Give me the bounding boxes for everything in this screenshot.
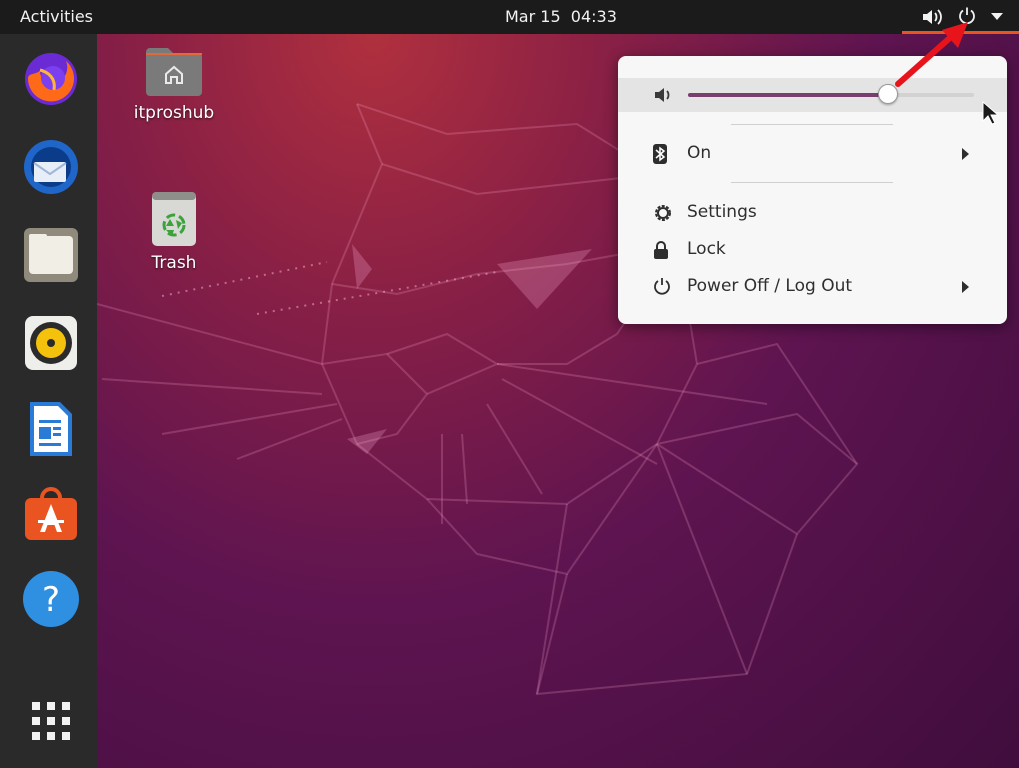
rhythmbox-icon[interactable]	[20, 312, 82, 374]
libreoffice-writer-icon[interactable]	[20, 398, 82, 460]
menu-separator	[731, 182, 893, 183]
lock-menu-item[interactable]: Lock	[618, 232, 1007, 268]
mouse-pointer-icon	[982, 101, 998, 125]
thunderbird-icon[interactable]	[20, 136, 82, 198]
submenu-arrow-icon	[962, 281, 969, 293]
clock[interactable]: Mar 15 04:33	[505, 7, 617, 26]
activities-button[interactable]: Activities	[20, 7, 93, 26]
gear-icon	[655, 205, 671, 221]
system-menu-popup: On Settings Lock Power Off / Log Out	[618, 56, 1007, 324]
volume-slider-fill	[688, 93, 889, 97]
dropdown-arrow-icon	[991, 13, 1003, 20]
menu-separator	[731, 124, 893, 125]
svg-text:?: ?	[42, 580, 60, 620]
power-off-menu-item[interactable]: Power Off / Log Out	[618, 269, 1007, 305]
submenu-arrow-icon	[962, 148, 969, 160]
lock-icon	[654, 241, 668, 259]
annotation-arrow-icon	[895, 22, 968, 87]
files-icon[interactable]	[20, 224, 82, 286]
firefox-icon[interactable]	[20, 48, 82, 110]
power-off-label: Power Off / Log Out	[687, 276, 853, 296]
bluetooth-status: On	[687, 143, 712, 163]
power-icon	[654, 278, 670, 295]
settings-menu-item[interactable]: Settings	[618, 195, 1007, 231]
volume-slider[interactable]	[688, 84, 974, 104]
trash-icon	[152, 192, 196, 246]
speaker-icon	[655, 88, 670, 102]
bluetooth-menu-item[interactable]: On	[618, 136, 1007, 172]
bluetooth-icon	[653, 144, 667, 164]
top-bar: Activities Mar 15 04:33	[0, 0, 1019, 34]
desktop-icon-label: itproshub	[133, 103, 215, 123]
desktop-icon-home[interactable]: itproshub	[119, 44, 229, 123]
software-center-icon[interactable]	[20, 484, 82, 546]
help-icon[interactable]: ?	[20, 568, 82, 630]
show-applications-icon[interactable]	[20, 690, 82, 752]
dock: ?	[0, 34, 97, 768]
lock-label: Lock	[687, 239, 726, 259]
desktop-icon-trash[interactable]: Trash	[119, 190, 229, 273]
home-folder-icon	[146, 48, 202, 96]
settings-label: Settings	[687, 202, 757, 222]
desktop-icon-label: Trash	[151, 253, 197, 273]
